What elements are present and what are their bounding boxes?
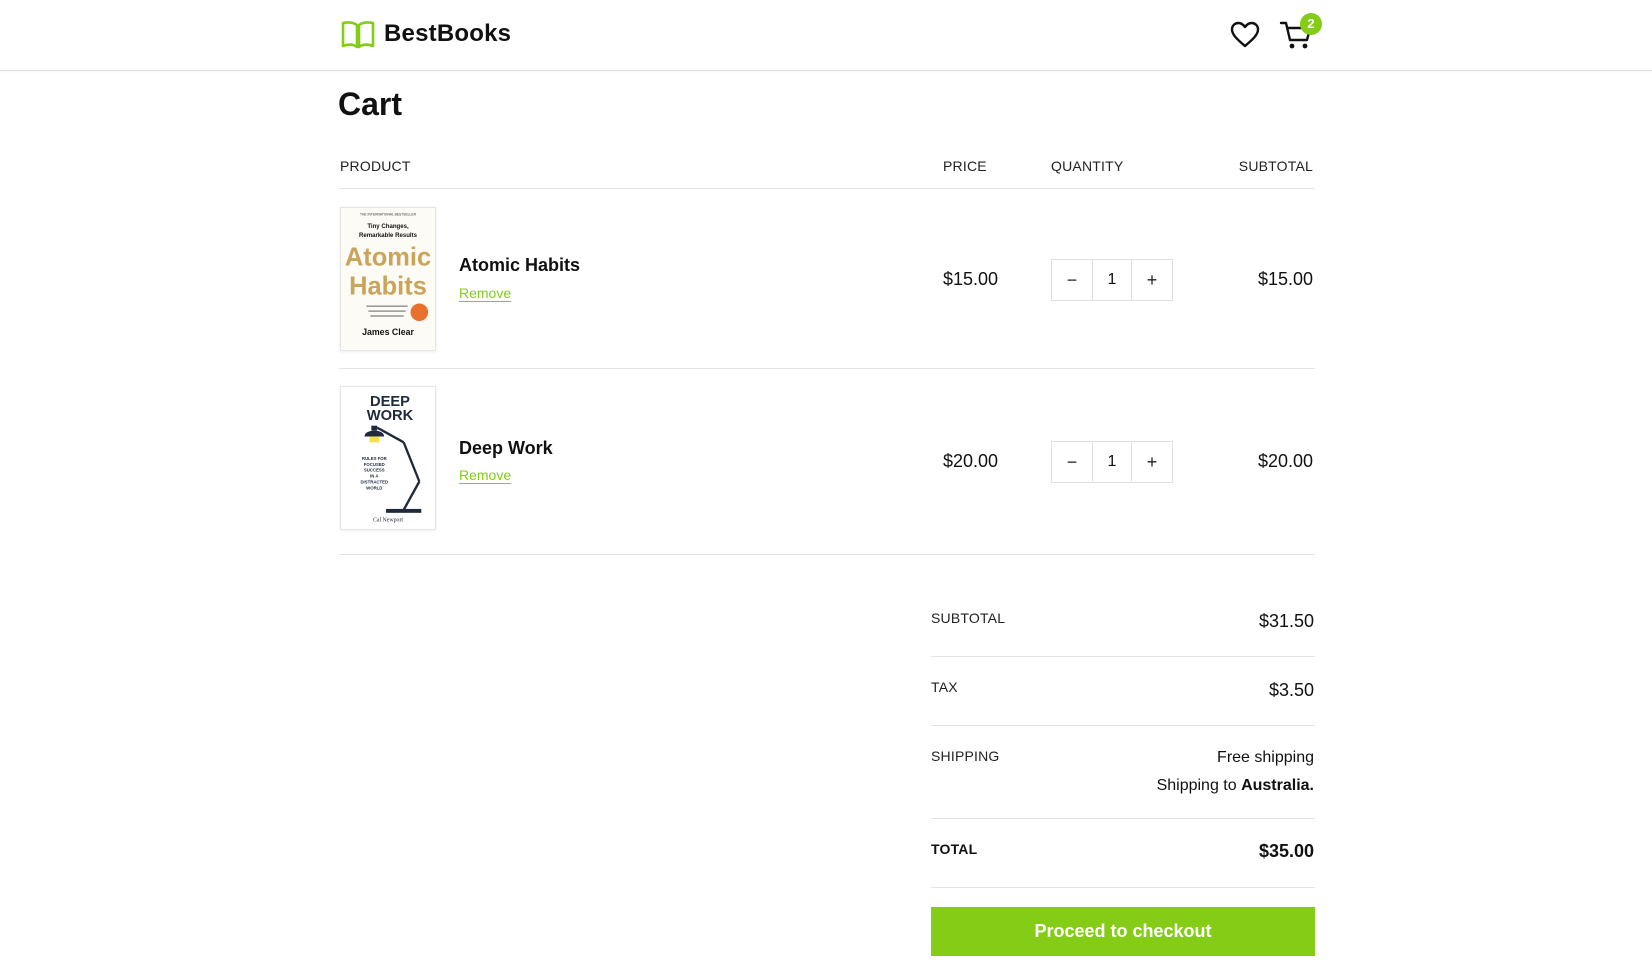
summary-subtotal-label: SUBTOTAL: [931, 610, 1006, 626]
product-cover-deep-work[interactable]: DEEP WORK RULES FOR FOCUSED SUCCESS IN A…: [340, 386, 436, 530]
divider: [339, 368, 1315, 369]
brand-name: BestBooks: [384, 20, 512, 47]
page-title: Cart: [338, 86, 403, 122]
divider: [339, 188, 1315, 189]
site-header: BestBooks 2: [0, 0, 1652, 71]
line-subtotal: $20.00: [1257, 451, 1313, 471]
product-name[interactable]: Deep Work: [459, 438, 553, 459]
divider: [931, 725, 1315, 726]
summary-shipping-label: SHIPPING: [931, 748, 1000, 764]
heart-icon[interactable]: [1228, 18, 1262, 52]
cover-subtitle: RULES FOR: [362, 456, 388, 461]
cover-subtitle: FOCUSED: [364, 462, 385, 467]
shipping-destination: Shipping to Australia.: [1157, 777, 1314, 795]
cover-author: James Clear: [362, 327, 414, 337]
summary-tax-label: TAX: [931, 679, 958, 695]
divider: [339, 554, 1315, 555]
increment-button[interactable]: +: [1132, 260, 1172, 300]
shipping-to-prefix: Shipping to: [1156, 777, 1237, 794]
cover-tagline: THE INTERNATIONAL BESTSELLER: [360, 212, 417, 216]
decrement-button[interactable]: −: [1052, 442, 1092, 482]
remove-item-link[interactable]: Remove: [459, 467, 511, 483]
quantity-input[interactable]: 1: [1092, 260, 1132, 300]
divider: [931, 656, 1315, 657]
proceed-to-checkout-button[interactable]: Proceed to checkout: [931, 907, 1315, 956]
summary-tax-value: $3.50: [1268, 680, 1314, 700]
quantity-stepper: − 1 +: [1051, 259, 1173, 301]
remove-item-link[interactable]: Remove: [459, 285, 511, 301]
cover-subtitle: DISTRACTED: [360, 479, 388, 484]
product-price: $15.00: [943, 269, 999, 289]
column-header-subtotal: SUBTOTAL: [1238, 158, 1313, 174]
summary-total-label: TOTAL: [931, 841, 978, 857]
decrement-button[interactable]: −: [1052, 260, 1092, 300]
cover-subtitle: WORLD: [366, 485, 382, 490]
increment-button[interactable]: +: [1132, 442, 1172, 482]
column-header-product: PRODUCT: [340, 158, 411, 174]
shipping-country: Australia.: [1241, 777, 1314, 794]
open-book-icon: [341, 21, 375, 49]
cover-title: WORK: [367, 408, 414, 424]
product-cover-atomic-habits[interactable]: THE INTERNATIONAL BESTSELLER Tiny Change…: [340, 207, 436, 351]
column-header-price: PRICE: [943, 158, 987, 174]
cover-title: Atomic: [345, 243, 431, 271]
summary-total-value: $35.00: [1258, 841, 1314, 861]
cover-subtitle: SUCCESS: [364, 468, 385, 473]
brand-logo[interactable]: BestBooks: [340, 16, 511, 52]
divider: [931, 818, 1315, 819]
product-price: $20.00: [943, 451, 999, 471]
line-subtotal: $15.00: [1257, 269, 1313, 289]
product-name[interactable]: Atomic Habits: [459, 255, 580, 276]
cover-subtitle: Remarkable Results: [359, 233, 418, 239]
divider: [931, 887, 1315, 888]
cover-subtitle: Tiny Changes,: [367, 224, 409, 230]
summary-subtotal-value: $31.50: [1258, 611, 1314, 631]
cover-subtitle: IN A: [370, 474, 378, 479]
cover-title: Habits: [349, 273, 427, 301]
cover-author: Cal Newport: [373, 518, 403, 524]
quantity-input[interactable]: 1: [1092, 442, 1132, 482]
quantity-stepper: − 1 +: [1051, 441, 1173, 483]
shipping-method: Free shipping: [1217, 749, 1314, 766]
cart-count-badge: 2: [1300, 13, 1322, 35]
column-header-quantity: QUANTITY: [1051, 158, 1124, 174]
